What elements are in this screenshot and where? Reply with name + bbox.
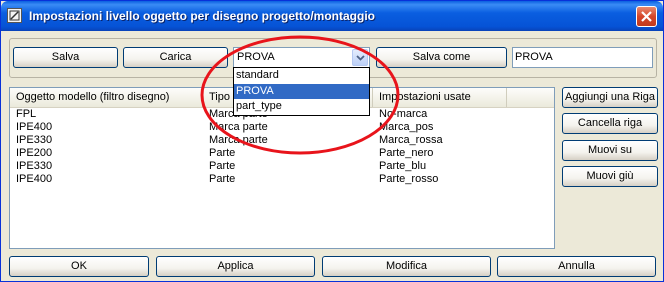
cell-settings: Parte_nero: [379, 147, 434, 159]
preset-dropdown-list: standard PROVA part_type: [233, 67, 370, 116]
app-icon: [7, 8, 22, 23]
cell-type: Marca parte: [209, 121, 268, 133]
delete-row-button[interactable]: Cancella riga: [562, 113, 658, 134]
cancel-button[interactable]: Annulla: [497, 256, 656, 277]
preset-combo[interactable]: PROVA: [233, 47, 370, 68]
cell-object: IPE330: [16, 160, 53, 172]
combo-dropdown-button[interactable]: [352, 49, 368, 66]
cell-object: IPE200: [16, 147, 53, 159]
modify-button[interactable]: Modifica: [322, 256, 491, 277]
cell-settings: Parte_rosso: [379, 173, 439, 185]
cell-settings: No-marca: [379, 108, 428, 120]
ok-button[interactable]: OK: [9, 256, 149, 277]
cell-type: Parte: [209, 147, 236, 159]
dialog-window: Impostazioni livello oggetto per disegno…: [0, 0, 664, 282]
cell-type: Parte: [209, 160, 236, 172]
cell-object: IPE400: [16, 121, 53, 133]
cell-object: IPE400: [16, 173, 53, 185]
save-button[interactable]: Salva: [13, 47, 118, 68]
move-up-button[interactable]: Muovi su: [562, 140, 658, 161]
close-button[interactable]: [636, 6, 657, 27]
table-row[interactable]: IPE330 Parte Parte_blu: [10, 160, 554, 173]
load-button[interactable]: Carica: [123, 47, 228, 68]
table-row[interactable]: IPE200 Parte Parte_nero: [10, 147, 554, 160]
cell-type: Marca parte: [209, 134, 268, 146]
preset-combo-value: PROVA: [237, 51, 275, 63]
cell-settings: Parte_blu: [379, 160, 427, 172]
table-row[interactable]: IPE330 Marca parte Marca_rossa: [10, 134, 554, 147]
cell-object: IPE330: [16, 134, 53, 146]
column-header-object[interactable]: Oggetto modello (filtro disegno): [10, 88, 203, 107]
close-icon: [641, 11, 652, 22]
cell-settings: Marca_pos: [379, 121, 434, 133]
dropdown-option-prova[interactable]: PROVA: [234, 83, 369, 100]
preset-name-field[interactable]: PROVA: [512, 47, 653, 68]
chevron-down-icon: [356, 55, 365, 61]
save-as-button[interactable]: Salva come: [376, 47, 507, 68]
add-row-button[interactable]: Aggiungi una Riga: [562, 87, 658, 108]
table-row[interactable]: IPE400 Marca parte Marca_pos: [10, 121, 554, 134]
cell-type: Parte: [209, 173, 236, 185]
window-title: Impostazioni livello oggetto per disegno…: [29, 9, 375, 23]
column-header-settings[interactable]: Impostazioni usate: [373, 88, 507, 107]
cell-object: FPL: [16, 108, 37, 120]
move-down-button[interactable]: Muovi giù: [562, 166, 658, 187]
title-bar[interactable]: Impostazioni livello oggetto per disegno…: [1, 1, 663, 31]
cell-settings: Marca_rossa: [379, 134, 443, 146]
table-row[interactable]: IPE400 Parte Parte_rosso: [10, 173, 554, 186]
dropdown-option-part-type[interactable]: part_type: [234, 99, 369, 115]
dropdown-option-standard[interactable]: standard: [234, 68, 369, 84]
apply-button[interactable]: Applica: [156, 256, 315, 277]
